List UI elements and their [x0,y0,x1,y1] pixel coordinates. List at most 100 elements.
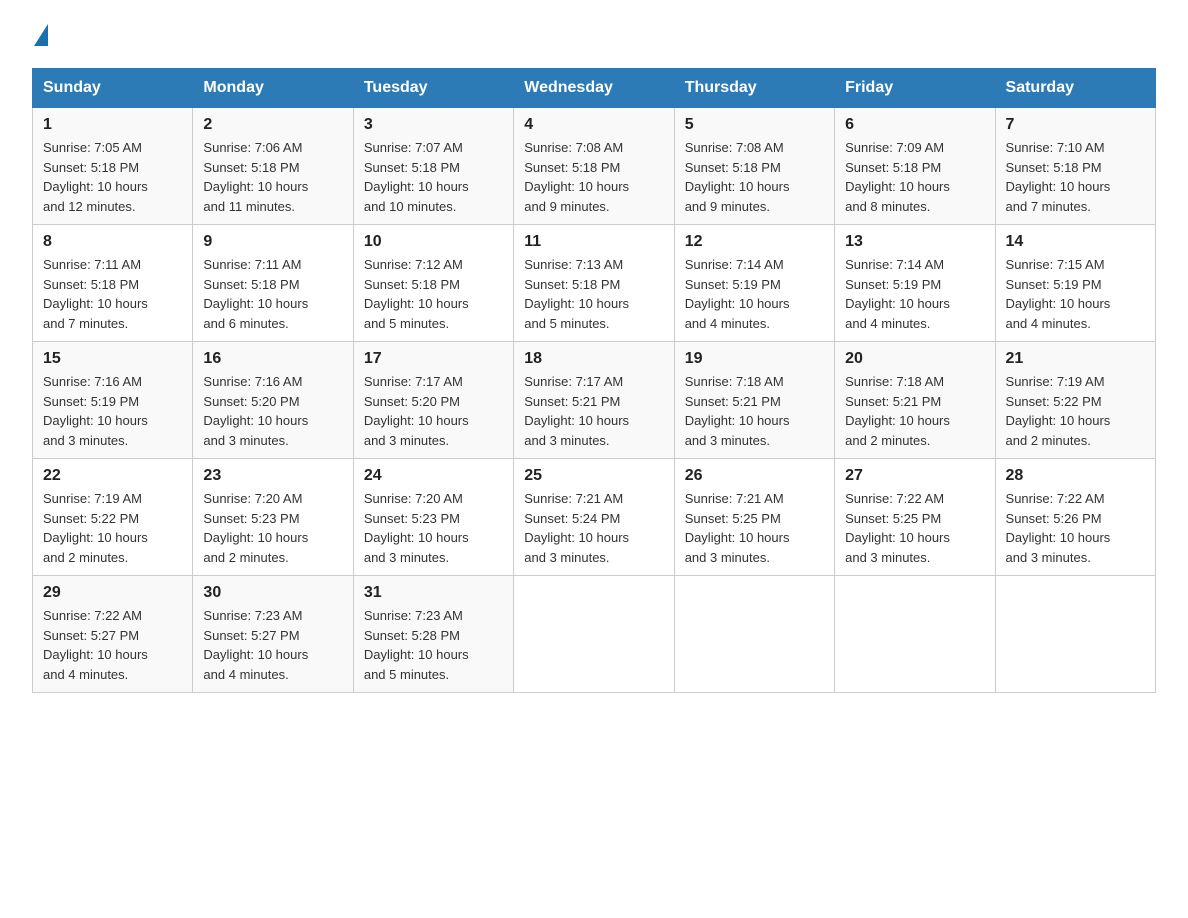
day-info: Sunrise: 7:22 AMSunset: 5:26 PMDaylight:… [1006,491,1111,565]
day-info: Sunrise: 7:09 AMSunset: 5:18 PMDaylight:… [845,140,950,214]
day-info: Sunrise: 7:21 AMSunset: 5:24 PMDaylight:… [524,491,629,565]
day-info: Sunrise: 7:06 AMSunset: 5:18 PMDaylight:… [203,140,308,214]
day-info: Sunrise: 7:22 AMSunset: 5:25 PMDaylight:… [845,491,950,565]
calendar-cell: 23 Sunrise: 7:20 AMSunset: 5:23 PMDaylig… [193,459,353,576]
calendar-cell: 5 Sunrise: 7:08 AMSunset: 5:18 PMDayligh… [674,108,834,225]
calendar-cell: 10 Sunrise: 7:12 AMSunset: 5:18 PMDaylig… [353,225,513,342]
calendar-cell: 1 Sunrise: 7:05 AMSunset: 5:18 PMDayligh… [33,108,193,225]
day-info: Sunrise: 7:10 AMSunset: 5:18 PMDaylight:… [1006,140,1111,214]
day-number: 9 [203,233,342,251]
calendar-cell: 25 Sunrise: 7:21 AMSunset: 5:24 PMDaylig… [514,459,674,576]
calendar-cell: 7 Sunrise: 7:10 AMSunset: 5:18 PMDayligh… [995,108,1155,225]
day-info: Sunrise: 7:11 AMSunset: 5:18 PMDaylight:… [43,257,148,331]
calendar-cell: 26 Sunrise: 7:21 AMSunset: 5:25 PMDaylig… [674,459,834,576]
day-number: 21 [1006,350,1145,368]
calendar-cell: 9 Sunrise: 7:11 AMSunset: 5:18 PMDayligh… [193,225,353,342]
calendar-cell: 30 Sunrise: 7:23 AMSunset: 5:27 PMDaylig… [193,576,353,693]
day-info: Sunrise: 7:15 AMSunset: 5:19 PMDaylight:… [1006,257,1111,331]
day-info: Sunrise: 7:17 AMSunset: 5:21 PMDaylight:… [524,374,629,448]
day-info: Sunrise: 7:19 AMSunset: 5:22 PMDaylight:… [43,491,148,565]
calendar-cell: 16 Sunrise: 7:16 AMSunset: 5:20 PMDaylig… [193,342,353,459]
day-info: Sunrise: 7:20 AMSunset: 5:23 PMDaylight:… [364,491,469,565]
day-number: 17 [364,350,503,368]
day-number: 2 [203,116,342,134]
calendar-cell [674,576,834,693]
calendar-cell: 31 Sunrise: 7:23 AMSunset: 5:28 PMDaylig… [353,576,513,693]
day-number: 18 [524,350,663,368]
day-number: 5 [685,116,824,134]
calendar-cell: 21 Sunrise: 7:19 AMSunset: 5:22 PMDaylig… [995,342,1155,459]
calendar-cell: 6 Sunrise: 7:09 AMSunset: 5:18 PMDayligh… [835,108,995,225]
calendar-week-row: 8 Sunrise: 7:11 AMSunset: 5:18 PMDayligh… [33,225,1156,342]
calendar-week-row: 29 Sunrise: 7:22 AMSunset: 5:27 PMDaylig… [33,576,1156,693]
day-info: Sunrise: 7:22 AMSunset: 5:27 PMDaylight:… [43,608,148,682]
day-number: 25 [524,467,663,485]
calendar-header-friday: Friday [835,69,995,108]
day-number: 3 [364,116,503,134]
calendar-cell: 14 Sunrise: 7:15 AMSunset: 5:19 PMDaylig… [995,225,1155,342]
calendar-cell: 13 Sunrise: 7:14 AMSunset: 5:19 PMDaylig… [835,225,995,342]
day-info: Sunrise: 7:18 AMSunset: 5:21 PMDaylight:… [685,374,790,448]
day-info: Sunrise: 7:17 AMSunset: 5:20 PMDaylight:… [364,374,469,448]
day-number: 15 [43,350,182,368]
calendar-cell: 24 Sunrise: 7:20 AMSunset: 5:23 PMDaylig… [353,459,513,576]
day-info: Sunrise: 7:14 AMSunset: 5:19 PMDaylight:… [685,257,790,331]
day-info: Sunrise: 7:19 AMSunset: 5:22 PMDaylight:… [1006,374,1111,448]
day-number: 28 [1006,467,1145,485]
calendar-cell: 17 Sunrise: 7:17 AMSunset: 5:20 PMDaylig… [353,342,513,459]
day-info: Sunrise: 7:12 AMSunset: 5:18 PMDaylight:… [364,257,469,331]
day-info: Sunrise: 7:08 AMSunset: 5:18 PMDaylight:… [524,140,629,214]
day-number: 11 [524,233,663,251]
calendar-cell: 19 Sunrise: 7:18 AMSunset: 5:21 PMDaylig… [674,342,834,459]
calendar-cell: 8 Sunrise: 7:11 AMSunset: 5:18 PMDayligh… [33,225,193,342]
day-info: Sunrise: 7:18 AMSunset: 5:21 PMDaylight:… [845,374,950,448]
day-number: 6 [845,116,984,134]
calendar-header-row: SundayMondayTuesdayWednesdayThursdayFrid… [33,69,1156,108]
day-number: 8 [43,233,182,251]
calendar-cell: 28 Sunrise: 7:22 AMSunset: 5:26 PMDaylig… [995,459,1155,576]
day-info: Sunrise: 7:07 AMSunset: 5:18 PMDaylight:… [364,140,469,214]
day-number: 31 [364,584,503,602]
calendar-header-saturday: Saturday [995,69,1155,108]
calendar-header-wednesday: Wednesday [514,69,674,108]
logo [32,24,48,48]
calendar-cell: 11 Sunrise: 7:13 AMSunset: 5:18 PMDaylig… [514,225,674,342]
day-info: Sunrise: 7:16 AMSunset: 5:19 PMDaylight:… [43,374,148,448]
calendar-header-thursday: Thursday [674,69,834,108]
calendar-cell: 3 Sunrise: 7:07 AMSunset: 5:18 PMDayligh… [353,108,513,225]
day-number: 16 [203,350,342,368]
day-number: 23 [203,467,342,485]
day-info: Sunrise: 7:05 AMSunset: 5:18 PMDaylight:… [43,140,148,214]
calendar-table: SundayMondayTuesdayWednesdayThursdayFrid… [32,68,1156,693]
calendar-cell: 29 Sunrise: 7:22 AMSunset: 5:27 PMDaylig… [33,576,193,693]
calendar-cell: 27 Sunrise: 7:22 AMSunset: 5:25 PMDaylig… [835,459,995,576]
day-number: 12 [685,233,824,251]
day-number: 24 [364,467,503,485]
day-number: 4 [524,116,663,134]
day-info: Sunrise: 7:23 AMSunset: 5:27 PMDaylight:… [203,608,308,682]
day-info: Sunrise: 7:14 AMSunset: 5:19 PMDaylight:… [845,257,950,331]
day-info: Sunrise: 7:20 AMSunset: 5:23 PMDaylight:… [203,491,308,565]
day-info: Sunrise: 7:21 AMSunset: 5:25 PMDaylight:… [685,491,790,565]
day-number: 10 [364,233,503,251]
day-info: Sunrise: 7:23 AMSunset: 5:28 PMDaylight:… [364,608,469,682]
calendar-cell: 18 Sunrise: 7:17 AMSunset: 5:21 PMDaylig… [514,342,674,459]
logo-triangle-icon [34,24,48,46]
day-number: 27 [845,467,984,485]
calendar-header-sunday: Sunday [33,69,193,108]
calendar-cell: 15 Sunrise: 7:16 AMSunset: 5:19 PMDaylig… [33,342,193,459]
calendar-cell [995,576,1155,693]
page-header [32,24,1156,48]
calendar-week-row: 15 Sunrise: 7:16 AMSunset: 5:19 PMDaylig… [33,342,1156,459]
calendar-cell [835,576,995,693]
calendar-week-row: 22 Sunrise: 7:19 AMSunset: 5:22 PMDaylig… [33,459,1156,576]
day-number: 19 [685,350,824,368]
day-number: 14 [1006,233,1145,251]
day-info: Sunrise: 7:11 AMSunset: 5:18 PMDaylight:… [203,257,308,331]
day-number: 1 [43,116,182,134]
day-info: Sunrise: 7:08 AMSunset: 5:18 PMDaylight:… [685,140,790,214]
calendar-cell: 22 Sunrise: 7:19 AMSunset: 5:22 PMDaylig… [33,459,193,576]
day-number: 7 [1006,116,1145,134]
day-info: Sunrise: 7:16 AMSunset: 5:20 PMDaylight:… [203,374,308,448]
calendar-cell [514,576,674,693]
